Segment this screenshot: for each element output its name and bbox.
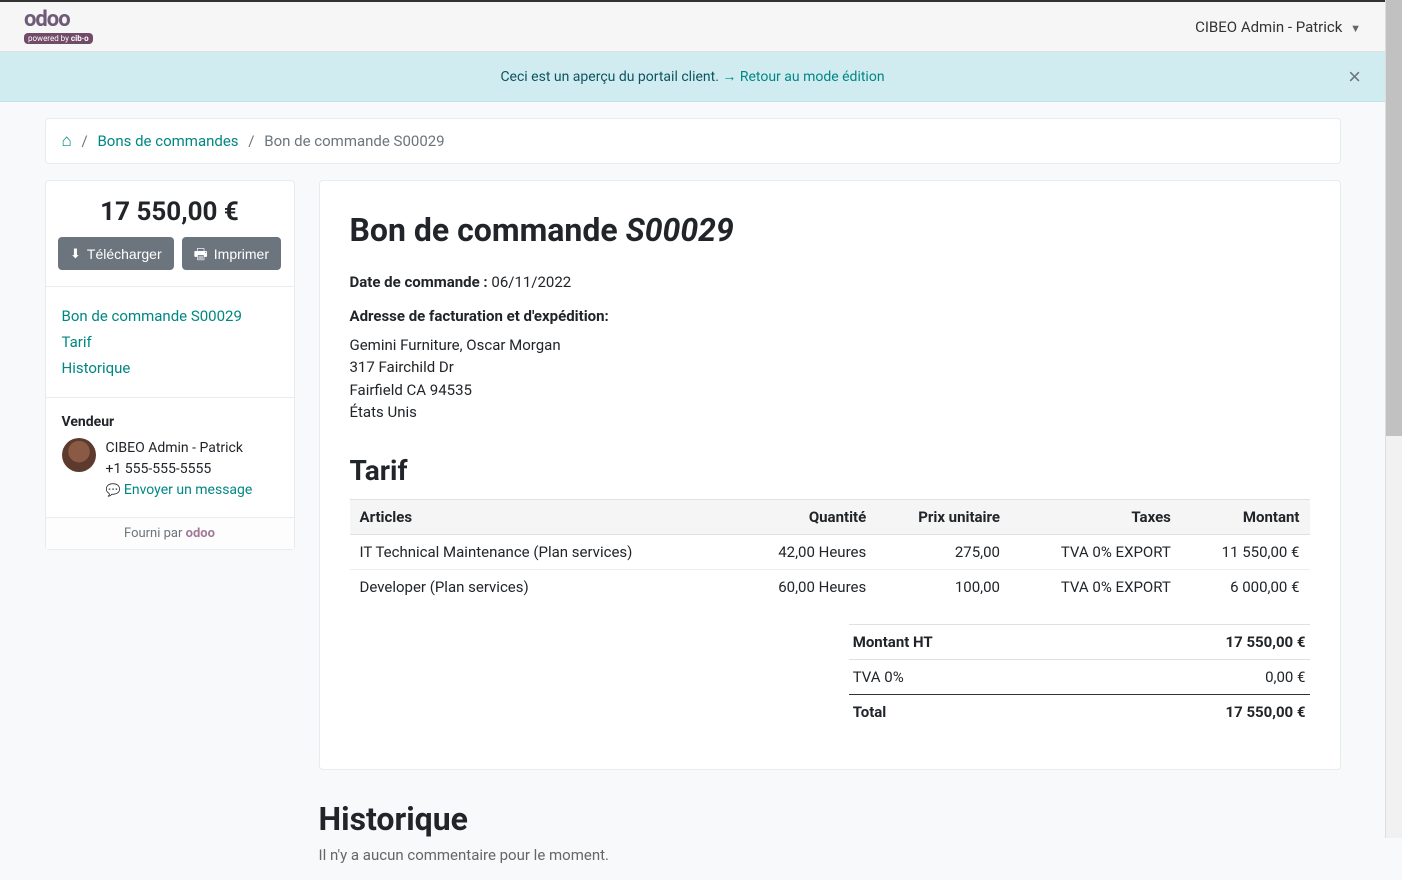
cell-qty: 60,00 Heures: [734, 569, 876, 604]
arrow-right-icon: [722, 69, 736, 85]
send-message-link[interactable]: Envoyer un message: [106, 482, 253, 498]
odoo-brand-small: odoo: [186, 526, 215, 541]
col-amount: Montant: [1181, 499, 1310, 534]
back-to-edit-link[interactable]: Retour au mode édition: [722, 69, 884, 85]
history-empty-text: Il n'y a aucun commentaire pour le momen…: [319, 846, 1341, 864]
download-button[interactable]: Télécharger: [58, 237, 174, 270]
order-card: Bon de commande S00029 Date de commande …: [319, 180, 1341, 770]
logo-odoo-text: odoo: [24, 9, 70, 31]
address-block: Adresse de facturation et d'expédition: …: [350, 305, 1310, 424]
subtotal-row: Montant HT 17 550,00 €: [849, 624, 1310, 659]
col-unit-price: Prix unitaire: [876, 499, 1010, 534]
sidebar-card: 17 550,00 € Télécharger Imprimer Bon de …: [45, 180, 295, 550]
cell-unit-price: 275,00: [876, 534, 1010, 569]
scrollbar-thumb[interactable]: [1386, 0, 1402, 436]
breadcrumb-link-orders[interactable]: Bons de commandes: [97, 132, 238, 150]
download-icon: [70, 245, 81, 262]
logo[interactable]: odoo powered by cib·o: [24, 9, 93, 44]
close-icon: ×: [1348, 64, 1361, 89]
sidebar-nav: Bon de commande S00029 Tarif Historique: [46, 286, 294, 398]
seller-name: CIBEO Admin - Patrick: [106, 438, 253, 459]
seller-phone: +1 555-555-5555: [106, 459, 253, 480]
address-line: Gemini Furniture, Oscar Morgan: [350, 334, 1310, 357]
browser-scrollbar[interactable]: [1385, 0, 1402, 838]
totals-block: Montant HT 17 550,00 € TVA 0% 0,00 € Tot…: [849, 624, 1310, 729]
cell-article: Developer (Plan services): [350, 569, 735, 604]
caret-down-icon: ▼: [1350, 22, 1361, 35]
table-row: IT Technical Maintenance (Plan services)…: [350, 534, 1310, 569]
breadcrumb-sep: /: [82, 132, 88, 150]
page-title: Bon de commande S00029: [350, 211, 1310, 249]
order-date: Date de commande : 06/11/2022: [350, 273, 1310, 291]
user-menu-label: CIBEO Admin - Patrick: [1195, 18, 1342, 36]
table-row: Developer (Plan services)60,00 Heures100…: [350, 569, 1310, 604]
portal-preview-alert: Ceci est un aperçu du portail client. Re…: [0, 52, 1385, 102]
sidebar-nav-order[interactable]: Bon de commande S00029: [62, 303, 278, 329]
breadcrumb-current: Bon de commande S00029: [264, 132, 444, 150]
cell-article: IT Technical Maintenance (Plan services): [350, 534, 735, 569]
total-row: Total 17 550,00 €: [849, 694, 1310, 729]
print-button[interactable]: Imprimer: [182, 237, 281, 270]
alert-text: Ceci est un aperçu du portail client.: [500, 69, 722, 85]
seller-block: Vendeur CIBEO Admin - Patrick +1 555-555…: [46, 398, 294, 517]
cell-amount: 11 550,00 €: [1181, 534, 1310, 569]
seller-title: Vendeur: [62, 414, 278, 430]
sidebar-nav-history[interactable]: Historique: [62, 355, 278, 381]
col-article: Articles: [350, 499, 735, 534]
address-line: Fairfield CA 94535: [350, 379, 1310, 402]
home-icon: [62, 132, 72, 150]
powered-by-footer: Fourni par odoo: [46, 517, 294, 549]
cell-taxes: TVA 0% EXPORT: [1010, 534, 1181, 569]
user-menu[interactable]: CIBEO Admin - Patrick ▼: [1195, 18, 1361, 36]
address-title: Adresse de facturation et d'expédition:: [350, 305, 1310, 328]
breadcrumb-sep: /: [248, 132, 254, 150]
cell-unit-price: 100,00: [876, 569, 1010, 604]
history-heading: Historique: [319, 800, 1341, 838]
pricing-table: Articles Quantité Prix unitaire Taxes Mo…: [350, 499, 1310, 604]
sidebar-nav-tarif[interactable]: Tarif: [62, 329, 278, 355]
col-taxes: Taxes: [1010, 499, 1181, 534]
cell-taxes: TVA 0% EXPORT: [1010, 569, 1181, 604]
comment-icon: [106, 482, 121, 498]
cell-qty: 42,00 Heures: [734, 534, 876, 569]
breadcrumb-home[interactable]: [62, 132, 72, 150]
section-tarif-heading: Tarif: [350, 454, 1310, 487]
topbar: odoo powered by cib·o CIBEO Admin - Patr…: [0, 0, 1385, 52]
avatar: [62, 438, 96, 472]
address-line: États Unis: [350, 401, 1310, 424]
cell-amount: 6 000,00 €: [1181, 569, 1310, 604]
logo-powered-badge: powered by cib·o: [24, 33, 93, 44]
alert-close-button[interactable]: ×: [1348, 66, 1361, 88]
order-number: S00029: [626, 211, 734, 249]
tax-row: TVA 0% 0,00 €: [849, 659, 1310, 694]
address-line: 317 Fairchild Dr: [350, 356, 1310, 379]
breadcrumb: / Bons de commandes / Bon de commande S0…: [45, 118, 1341, 164]
col-qty: Quantité: [734, 499, 876, 534]
print-icon: [194, 246, 208, 262]
sidebar-total: 17 550,00 €: [46, 181, 294, 237]
